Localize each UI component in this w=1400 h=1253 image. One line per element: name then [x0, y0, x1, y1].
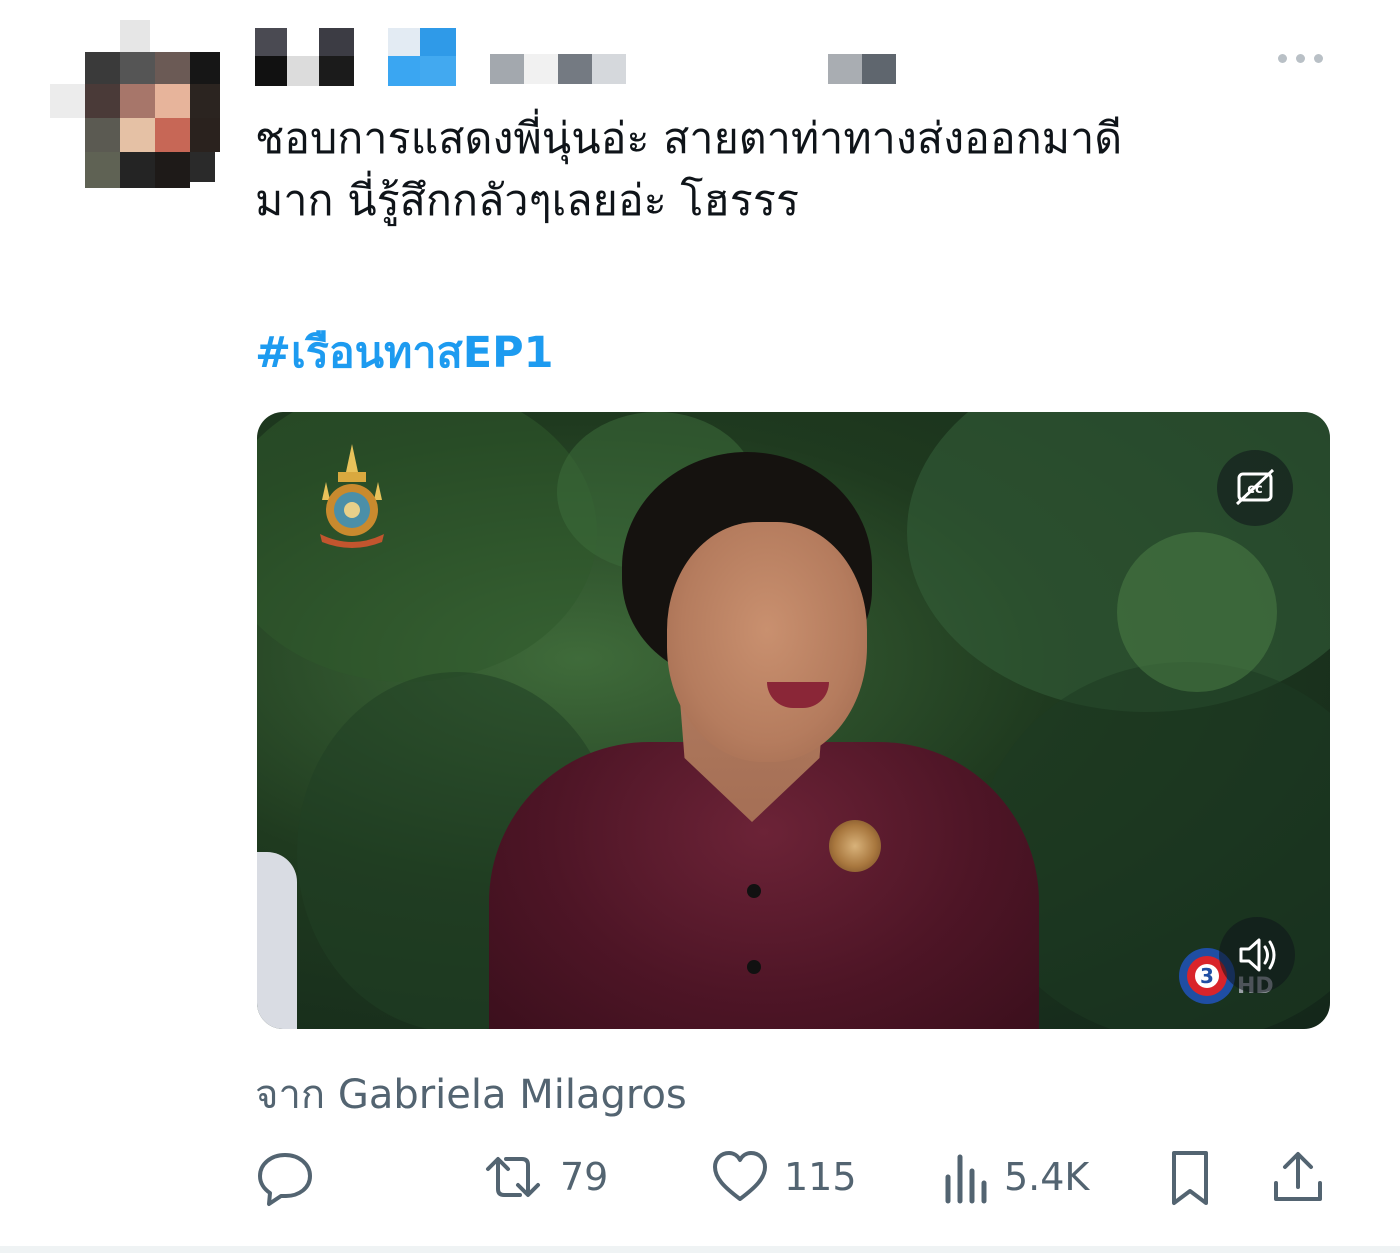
views-count: 5.4K	[1004, 1155, 1090, 1199]
video-source-attribution[interactable]: จาก Gabriela Milagros	[255, 1062, 687, 1126]
reply-button[interactable]	[255, 1145, 315, 1209]
views-icon	[945, 1154, 987, 1204]
author-name-redacted[interactable]	[250, 28, 950, 88]
views-button[interactable]: 5.4K	[940, 1145, 1089, 1209]
retweet-icon	[486, 1157, 540, 1197]
blouse-button	[747, 960, 761, 974]
divider	[0, 1246, 1400, 1253]
tweet-action-bar: 79 115 5.4K	[255, 1145, 1335, 1209]
avatar[interactable]	[50, 20, 225, 190]
more-options-icon[interactable]	[1272, 44, 1332, 72]
blouse-button	[747, 884, 761, 898]
hashtag-link[interactable]: #เรือนทาสEP1	[255, 318, 554, 386]
tweet-text: ชอบการแสดงพี่นุ่นอ่ะ สายตาท่าทางส่งออกมา…	[255, 114, 1123, 226]
background-figure	[257, 852, 297, 1029]
reply-icon	[258, 1153, 312, 1206]
retweet-button[interactable]: 79	[480, 1145, 608, 1209]
share-icon	[1274, 1152, 1322, 1201]
like-count: 115	[784, 1155, 857, 1199]
svg-text:3: 3	[1200, 964, 1214, 988]
royal-emblem-icon	[320, 444, 384, 548]
volume-button[interactable]	[1219, 917, 1295, 993]
actress-face	[667, 522, 867, 762]
heart-icon	[713, 1151, 767, 1201]
share-button[interactable]	[1270, 1145, 1326, 1209]
bookmark-icon	[1172, 1151, 1208, 1205]
bookmark-button[interactable]	[1165, 1145, 1215, 1209]
speaker-volume-icon	[1239, 938, 1276, 972]
brooch	[829, 820, 881, 872]
svg-text:cc: cc	[1247, 482, 1262, 497]
retweet-count: 79	[560, 1155, 609, 1199]
closed-captions-button[interactable]: cc	[1217, 450, 1293, 526]
like-button[interactable]: 115	[710, 1145, 857, 1209]
video-player[interactable]: cc 3 HD	[257, 412, 1330, 1029]
closed-captions-icon: cc	[1235, 468, 1275, 506]
tweet: ชอบการแสดงพี่นุ่นอ่ะ สายตาท่าทางส่งออกมา…	[0, 0, 1400, 1253]
